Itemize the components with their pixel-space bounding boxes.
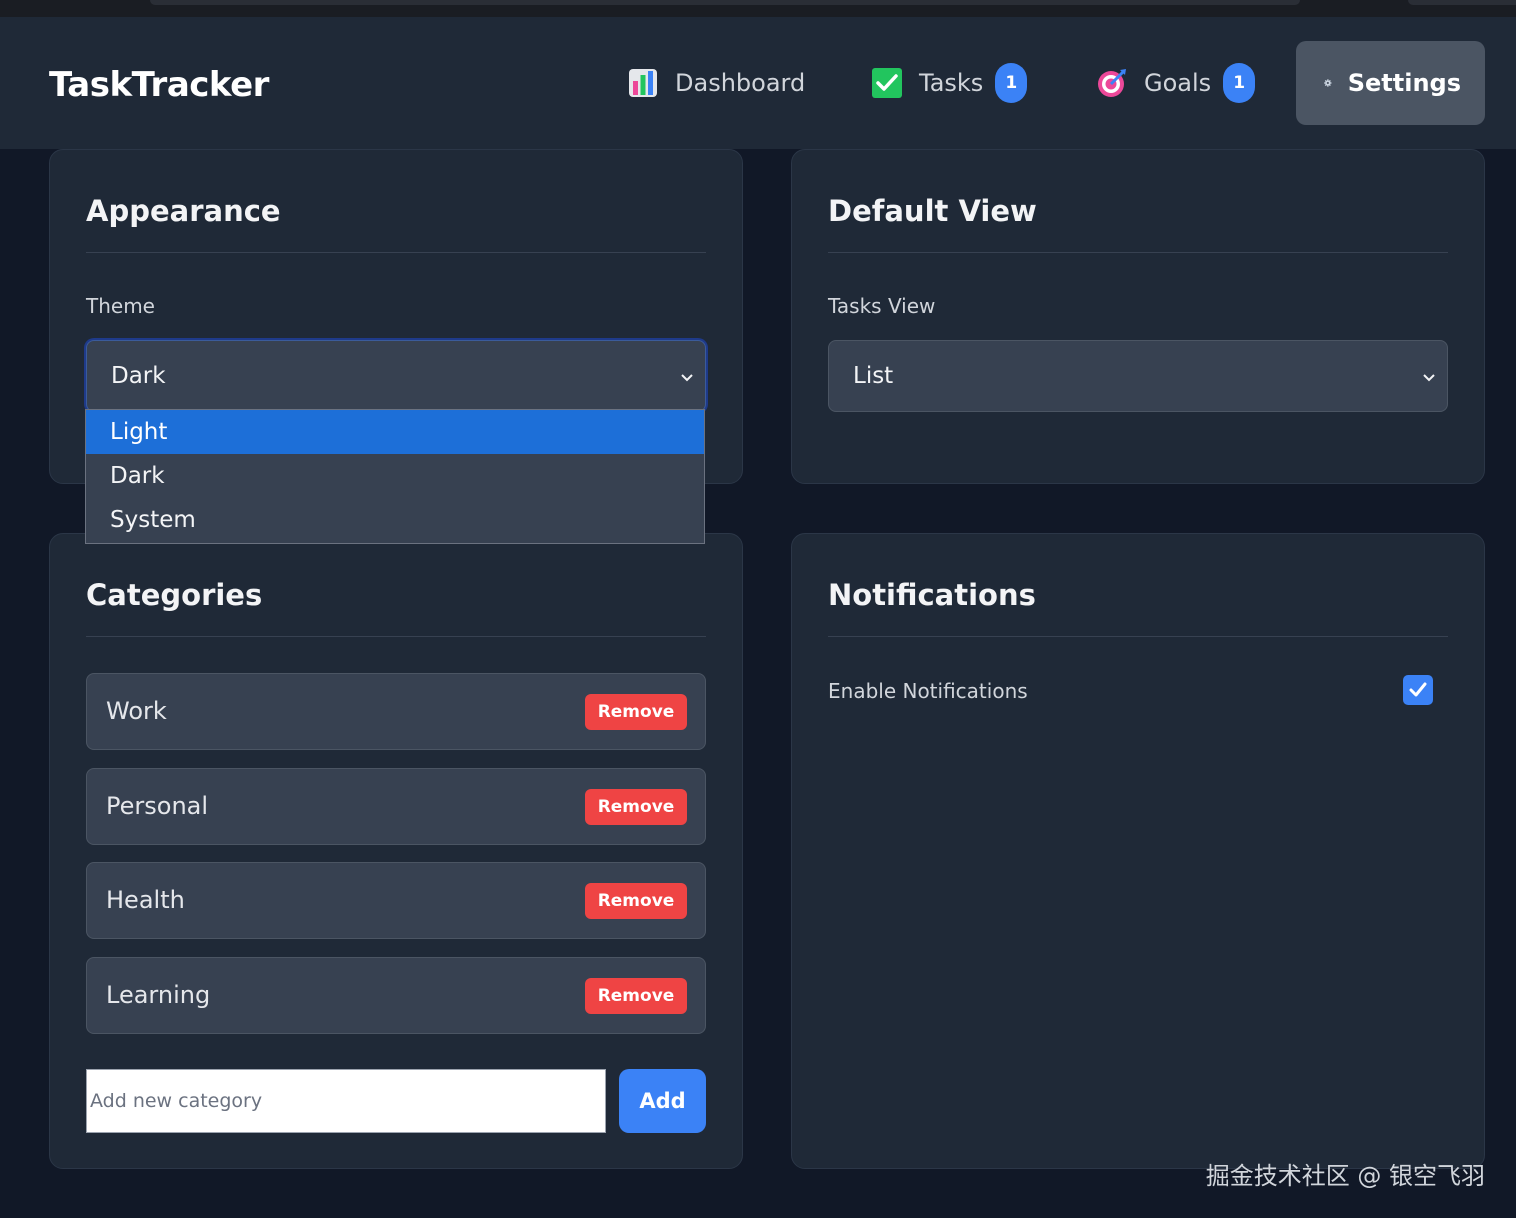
target-icon (1098, 69, 1126, 97)
browser-toolbar-edge (1408, 0, 1516, 5)
category-item: Work Remove (86, 673, 706, 750)
theme-option-system[interactable]: System (86, 498, 704, 542)
notifications-divider (828, 636, 1448, 637)
nav-goals-label: Goals (1144, 69, 1212, 97)
browser-top-strip (0, 0, 1516, 17)
category-name: Learning (106, 981, 211, 1009)
add-category-button[interactable]: Add (619, 1069, 706, 1133)
tasks-view-label: Tasks View (828, 294, 936, 318)
tasks-view-select[interactable]: List (828, 340, 1448, 412)
bar-chart-icon (629, 69, 657, 97)
enable-notifications-checkbox[interactable] (1403, 675, 1433, 705)
appearance-divider (86, 252, 706, 253)
nav-dashboard[interactable]: Dashboard (627, 41, 805, 125)
default-view-divider (828, 252, 1448, 253)
app-logo[interactable]: TaskTracker (49, 65, 269, 105)
categories-divider (86, 636, 706, 637)
theme-option-light[interactable]: Light (86, 410, 704, 454)
theme-option-dark[interactable]: Dark (86, 454, 704, 498)
remove-category-button[interactable]: Remove (585, 789, 687, 825)
notifications-title: Notifications (828, 578, 1036, 612)
category-item: Personal Remove (86, 768, 706, 845)
nav-settings-label: Settings (1347, 69, 1461, 97)
new-category-input[interactable] (86, 1069, 606, 1133)
nav-tasks-label: Tasks (919, 69, 984, 97)
nav-settings[interactable]: Settings (1296, 41, 1485, 125)
categories-card: Categories Work Remove Personal Remove H… (49, 533, 743, 1169)
goals-count-badge: 1 (1223, 63, 1256, 103)
tasks-count-badge: 1 (995, 63, 1028, 103)
chevron-down-icon (681, 374, 693, 382)
appearance-title: Appearance (86, 194, 281, 228)
category-item: Health Remove (86, 862, 706, 939)
chevron-down-icon (1423, 374, 1435, 382)
category-name: Personal (106, 792, 209, 820)
default-view-title: Default View (828, 194, 1037, 228)
theme-label: Theme (86, 294, 155, 318)
watermark: 掘金技术社区 @ 银空飞羽 (1205, 1162, 1485, 1190)
category-item: Learning Remove (86, 957, 706, 1034)
browser-address-bar (150, 0, 1300, 5)
gear-icon (1324, 79, 1332, 87)
theme-select-value: Dark (111, 363, 166, 389)
nav-dashboard-label: Dashboard (675, 69, 806, 97)
tasks-view-select-value: List (853, 363, 894, 389)
remove-category-button[interactable]: Remove (585, 978, 687, 1014)
app-header: TaskTracker Dashboard Tasks 1 Goals 1 Se… (0, 17, 1516, 149)
nav-tasks[interactable]: Tasks 1 (871, 41, 1028, 125)
remove-category-button[interactable]: Remove (585, 694, 687, 730)
notifications-card: Notifications Enable Notifications (791, 533, 1485, 1169)
enable-notifications-label: Enable Notifications (828, 679, 1028, 703)
default-view-card: Default View Tasks View List (791, 149, 1485, 484)
remove-category-button[interactable]: Remove (585, 883, 687, 919)
categories-title: Categories (86, 578, 263, 612)
theme-dropdown-list: Light Dark System (85, 409, 705, 544)
nav-goals[interactable]: Goals 1 (1096, 41, 1256, 125)
check-icon (1409, 682, 1427, 697)
category-name: Health (106, 886, 185, 914)
checkmark-icon (872, 68, 902, 98)
theme-select[interactable]: Dark (86, 340, 706, 412)
category-name: Work (106, 697, 167, 725)
